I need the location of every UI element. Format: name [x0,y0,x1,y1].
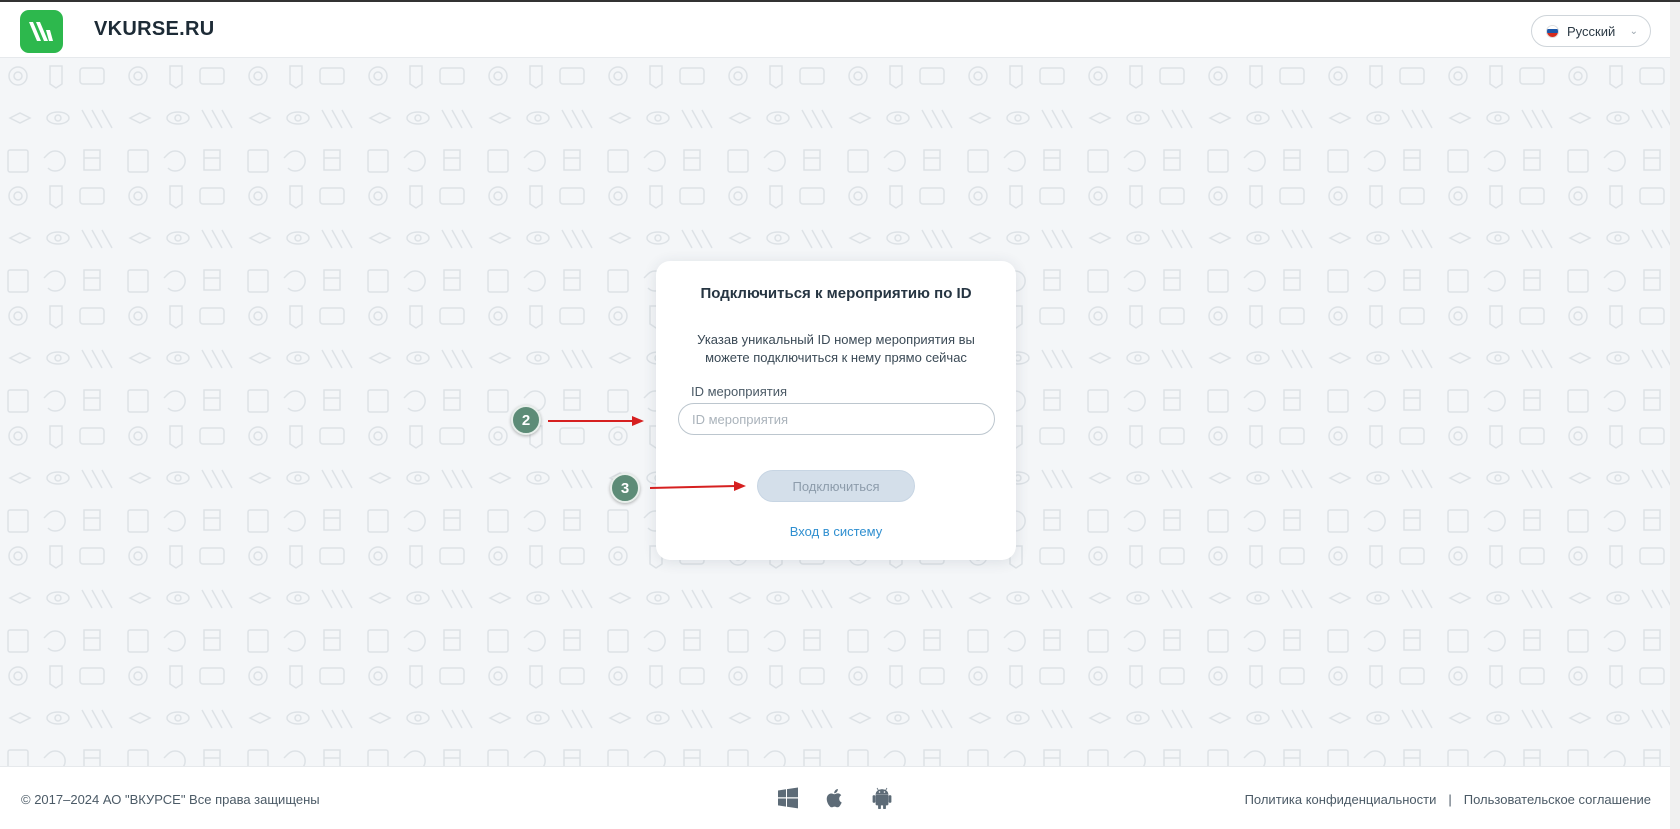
platform-downloads [777,787,893,810]
footer-links: Политика конфиденциальности | Пользовате… [1245,792,1651,807]
chevron-down-icon: ⌄ [1629,25,1638,37]
step-3-marker: 3 [610,473,640,503]
page-scrollbar[interactable] [1670,2,1680,829]
login-link[interactable]: Вход в систему [656,524,1016,539]
apple-icon[interactable] [824,787,846,809]
language-label: Русский [1567,23,1616,39]
step-3-arrow [649,481,746,491]
card-description: Указав уникальный ID номер мероприятия в… [697,332,975,365]
event-id-input[interactable] [678,403,995,435]
windows-icon[interactable] [777,787,799,809]
page-footer: © 2017–2024 АО "ВКУРСЕ" Все права защище… [0,766,1680,829]
brand-name[interactable]: VKURSE.RU [94,18,215,41]
step-2-marker: 2 [511,405,541,435]
event-id-label: ID мероприятия [691,384,788,399]
footer-separator: | [1448,792,1452,807]
russia-flag-icon [1546,24,1559,38]
copyright-text: © 2017–2024 АО "ВКУРСЕ" Все права защище… [21,792,320,807]
vkurse-logo[interactable] [20,10,63,53]
connect-by-id-card: Подключиться к мероприятию по ID Указав … [656,261,1016,560]
connect-button[interactable]: Подключиться [757,470,915,502]
top-header: VKURSE.RU Русский ⌄ [0,0,1680,58]
user-agreement-link[interactable]: Пользовательское соглашение [1464,792,1651,807]
language-selector[interactable]: Русский ⌄ [1531,15,1651,47]
card-title: Подключиться к мероприятию по ID [700,285,972,302]
step-2-arrow [548,416,644,426]
privacy-policy-link[interactable]: Политика конфиденциальности [1245,792,1437,807]
android-icon[interactable] [871,787,893,810]
